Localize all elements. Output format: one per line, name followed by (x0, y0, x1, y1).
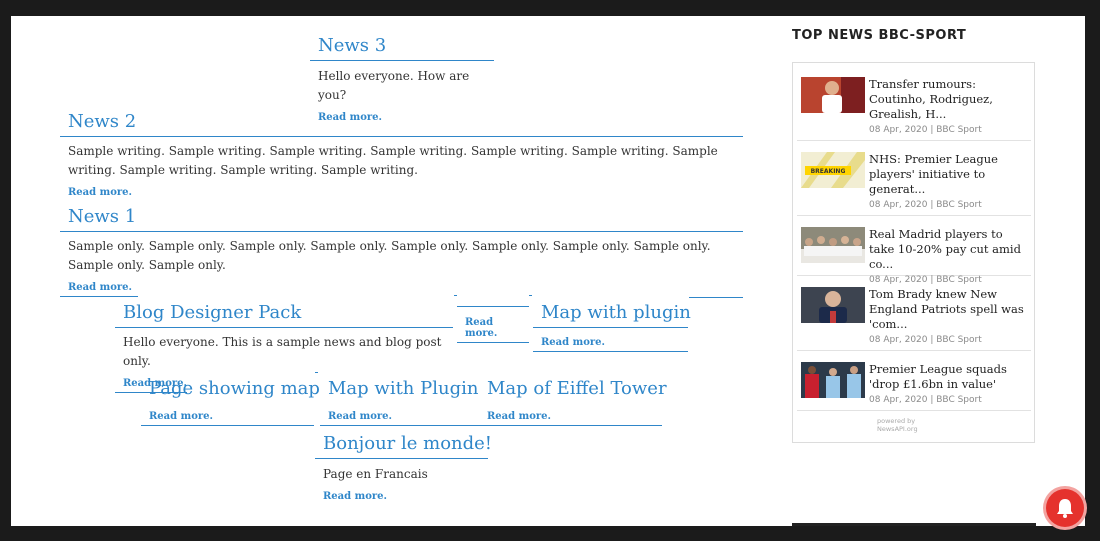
news-headline[interactable]: Tom Brady knew New England Patriots spel… (869, 287, 1029, 348)
post-title[interactable]: News 3 (310, 34, 494, 61)
post-excerpt: Sample writing. Sample writing. Sample w… (68, 144, 718, 177)
post-news-1: News 1 Sample only. Sample only. Sample … (60, 205, 743, 297)
post-excerpt: Page en Francais (323, 467, 428, 481)
divider (529, 295, 532, 296)
read-more-link[interactable]: Read more. (320, 408, 392, 425)
post-excerpt: Sample only. Sample only. Sample only. S… (68, 239, 711, 272)
divider (454, 295, 457, 296)
read-more-link[interactable]: Read more. (457, 307, 529, 343)
news-headline[interactable]: Transfer rumours: Coutinho, Rodriguez, G… (869, 77, 1029, 138)
breaking-label: BREAKING (811, 168, 846, 175)
post-news-2: News 2 Sample writing. Sample writing. S… (60, 110, 743, 201)
news-widget: Transfer rumours: Coutinho, Rodriguez, G… (792, 62, 1035, 443)
news-thumbnail-image (801, 77, 865, 113)
news-item[interactable]: Tom Brady knew New England Patriots spel… (797, 287, 1031, 351)
powered-by[interactable]: powered by NewsAPI.org (877, 417, 918, 433)
post-bonjour-le-monde: Bonjour le monde! Page en Francais Read … (315, 432, 492, 505)
read-more-link[interactable]: Read more. (315, 488, 387, 505)
post-title[interactable]: Blog Designer Pack (115, 301, 453, 328)
read-more-link[interactable]: Read more. (60, 184, 132, 201)
breaking-news-image: BREAKING (801, 152, 865, 188)
news-meta: 08 Apr, 2020 | BBC Sport (869, 395, 982, 405)
sidebar-bottom-bar (792, 523, 1036, 526)
news-thumbnail-image (801, 287, 865, 323)
news-item[interactable]: Premier League squads 'drop £1.6bn in va… (797, 362, 1031, 411)
news-item[interactable]: Transfer rumours: Coutinho, Rodriguez, G… (797, 77, 1031, 141)
news-headline[interactable]: Real Madrid players to take 10-20% pay c… (869, 227, 1029, 288)
post-title[interactable]: Map with plugin (533, 301, 691, 328)
bell-icon (1057, 499, 1073, 518)
post-untitled: Read more. (457, 306, 529, 343)
news-meta: 08 Apr, 2020 | BBC Sport (869, 200, 982, 210)
news-meta: 08 Apr, 2020 | BBC Sport (869, 335, 982, 345)
post-map-with-plugin-2: Map with Plugin Read more. (320, 377, 480, 426)
read-more-link[interactable]: Read more. (60, 280, 138, 297)
post-title[interactable]: Map of Eiffel Tower (479, 377, 667, 404)
post-title[interactable]: Bonjour le monde! (315, 432, 492, 459)
news-thumbnail-image (801, 362, 865, 398)
post-excerpt: Hello everyone. How are you? (318, 69, 470, 102)
post-title[interactable]: Map with Plugin (320, 377, 480, 404)
post-excerpt: Hello everyone. This is a sample news an… (123, 335, 442, 368)
post-map-of-eiffel-tower: Map of Eiffel Tower Read more. (479, 377, 667, 426)
news-meta: 08 Apr, 2020 | BBC Sport (869, 275, 982, 285)
news-thumbnail-image (801, 227, 865, 263)
post-page-showing-map: Page showing map Read more. (141, 377, 320, 426)
news-meta: 08 Apr, 2020 | BBC Sport (869, 125, 982, 135)
post-title[interactable]: News 1 (60, 205, 743, 232)
news-item[interactable]: Real Madrid players to take 10-20% pay c… (797, 227, 1031, 285)
news-headline[interactable]: Premier League squads 'drop £1.6bn in va… (869, 362, 1029, 408)
divider (689, 297, 743, 298)
notification-bell-button[interactable] (1046, 489, 1084, 527)
post-title[interactable]: News 2 (60, 110, 743, 137)
post-title[interactable]: Page showing map (141, 377, 320, 404)
post-map-with-plugin: Map with plugin Read more. (533, 301, 691, 352)
page-content: News 3 Hello everyone. How are you? Read… (11, 16, 1085, 526)
news-headline[interactable]: NHS: Premier League players' initiative … (869, 152, 1029, 213)
news-item[interactable]: BREAKING NHS: Premier League players' in… (797, 152, 1031, 216)
read-more-link[interactable]: Read more. (479, 408, 551, 425)
read-more-link[interactable]: Read more. (141, 408, 213, 425)
sidebar-title: TOP NEWS BBC-SPORT (792, 28, 967, 43)
read-more-link[interactable]: Read more. (533, 328, 605, 351)
